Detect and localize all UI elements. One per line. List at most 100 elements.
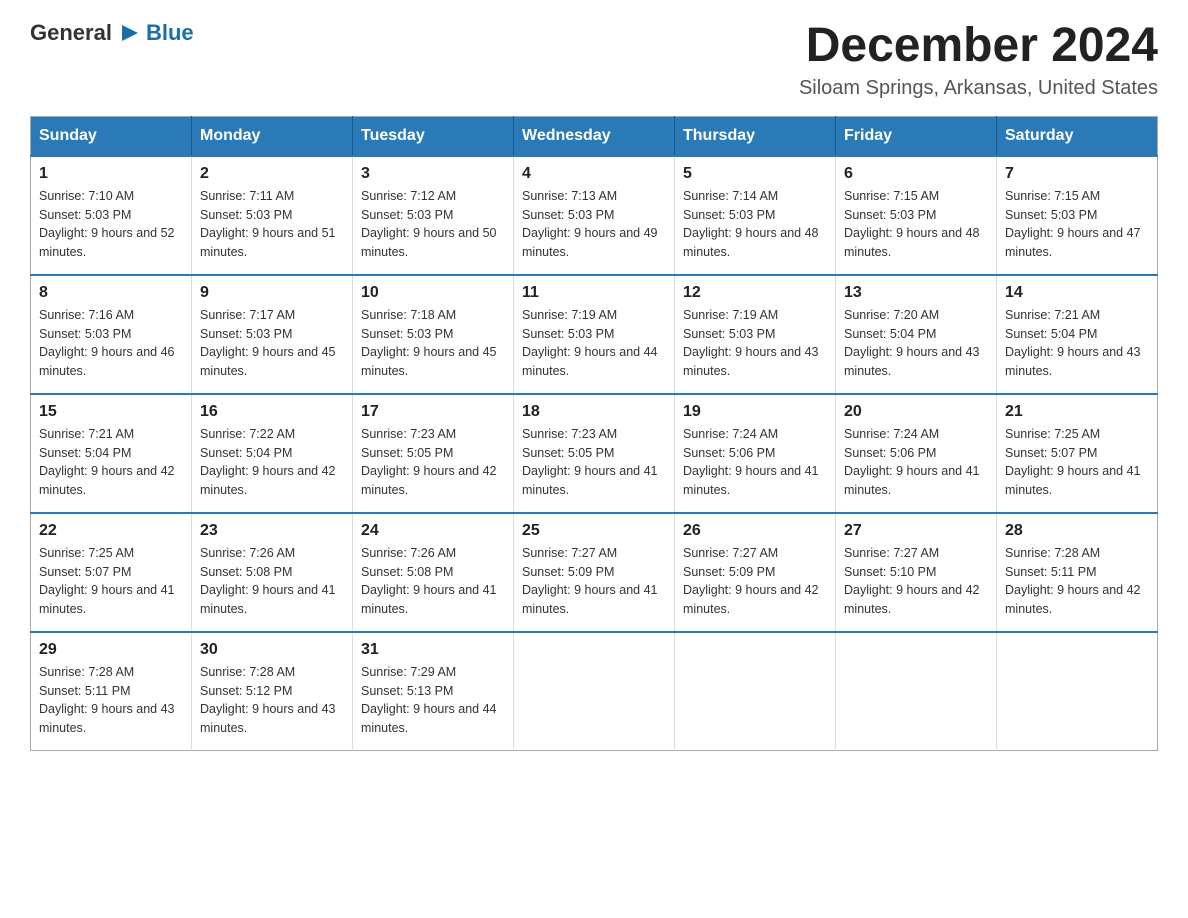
day-number: 31: [361, 641, 505, 659]
day-number: 11: [522, 284, 666, 302]
day-number: 18: [522, 403, 666, 421]
day-info: Sunrise: 7:29 AM Sunset: 5:13 PM Dayligh…: [361, 663, 505, 738]
day-number: 13: [844, 284, 988, 302]
day-info: Sunrise: 7:17 AM Sunset: 5:03 PM Dayligh…: [200, 306, 344, 381]
calendar-cell: 24 Sunrise: 7:26 AM Sunset: 5:08 PM Dayl…: [353, 513, 514, 632]
day-info: Sunrise: 7:23 AM Sunset: 5:05 PM Dayligh…: [522, 425, 666, 500]
calendar-cell: 7 Sunrise: 7:15 AM Sunset: 5:03 PM Dayli…: [997, 156, 1158, 275]
calendar-cell: 25 Sunrise: 7:27 AM Sunset: 5:09 PM Dayl…: [514, 513, 675, 632]
day-info: Sunrise: 7:28 AM Sunset: 5:11 PM Dayligh…: [1005, 544, 1149, 619]
calendar-cell: 9 Sunrise: 7:17 AM Sunset: 5:03 PM Dayli…: [192, 275, 353, 394]
logo-arrow-icon: [118, 21, 142, 45]
calendar-cell: [514, 632, 675, 751]
calendar-cell: 26 Sunrise: 7:27 AM Sunset: 5:09 PM Dayl…: [675, 513, 836, 632]
day-info: Sunrise: 7:26 AM Sunset: 5:08 PM Dayligh…: [200, 544, 344, 619]
calendar-cell: 3 Sunrise: 7:12 AM Sunset: 5:03 PM Dayli…: [353, 156, 514, 275]
logo-blue-text: Blue: [146, 20, 194, 46]
calendar-header-monday: Monday: [192, 116, 353, 156]
calendar-header-row: SundayMondayTuesdayWednesdayThursdayFrid…: [31, 116, 1158, 156]
day-number: 19: [683, 403, 827, 421]
calendar-cell: 19 Sunrise: 7:24 AM Sunset: 5:06 PM Dayl…: [675, 394, 836, 513]
day-info: Sunrise: 7:14 AM Sunset: 5:03 PM Dayligh…: [683, 187, 827, 262]
calendar-cell: 13 Sunrise: 7:20 AM Sunset: 5:04 PM Dayl…: [836, 275, 997, 394]
calendar-cell: 31 Sunrise: 7:29 AM Sunset: 5:13 PM Dayl…: [353, 632, 514, 751]
calendar-week-row: 8 Sunrise: 7:16 AM Sunset: 5:03 PM Dayli…: [31, 275, 1158, 394]
calendar-cell: 8 Sunrise: 7:16 AM Sunset: 5:03 PM Dayli…: [31, 275, 192, 394]
logo: General Blue: [30, 20, 194, 46]
day-number: 21: [1005, 403, 1149, 421]
month-year-title: December 2024: [799, 20, 1158, 73]
day-number: 4: [522, 165, 666, 183]
calendar-week-row: 1 Sunrise: 7:10 AM Sunset: 5:03 PM Dayli…: [31, 156, 1158, 275]
day-info: Sunrise: 7:20 AM Sunset: 5:04 PM Dayligh…: [844, 306, 988, 381]
calendar-cell: 2 Sunrise: 7:11 AM Sunset: 5:03 PM Dayli…: [192, 156, 353, 275]
location-subtitle: Siloam Springs, Arkansas, United States: [799, 77, 1158, 100]
day-info: Sunrise: 7:15 AM Sunset: 5:03 PM Dayligh…: [844, 187, 988, 262]
day-number: 22: [39, 522, 183, 540]
day-number: 2: [200, 165, 344, 183]
calendar-cell: 18 Sunrise: 7:23 AM Sunset: 5:05 PM Dayl…: [514, 394, 675, 513]
day-info: Sunrise: 7:18 AM Sunset: 5:03 PM Dayligh…: [361, 306, 505, 381]
calendar-header-saturday: Saturday: [997, 116, 1158, 156]
day-info: Sunrise: 7:22 AM Sunset: 5:04 PM Dayligh…: [200, 425, 344, 500]
day-info: Sunrise: 7:13 AM Sunset: 5:03 PM Dayligh…: [522, 187, 666, 262]
calendar-cell: 5 Sunrise: 7:14 AM Sunset: 5:03 PM Dayli…: [675, 156, 836, 275]
calendar-cell: 27 Sunrise: 7:27 AM Sunset: 5:10 PM Dayl…: [836, 513, 997, 632]
day-info: Sunrise: 7:25 AM Sunset: 5:07 PM Dayligh…: [1005, 425, 1149, 500]
day-number: 30: [200, 641, 344, 659]
day-info: Sunrise: 7:21 AM Sunset: 5:04 PM Dayligh…: [1005, 306, 1149, 381]
calendar-table: SundayMondayTuesdayWednesdayThursdayFrid…: [30, 116, 1158, 751]
calendar-week-row: 15 Sunrise: 7:21 AM Sunset: 5:04 PM Dayl…: [31, 394, 1158, 513]
calendar-cell: 6 Sunrise: 7:15 AM Sunset: 5:03 PM Dayli…: [836, 156, 997, 275]
day-info: Sunrise: 7:21 AM Sunset: 5:04 PM Dayligh…: [39, 425, 183, 500]
day-info: Sunrise: 7:27 AM Sunset: 5:10 PM Dayligh…: [844, 544, 988, 619]
calendar-cell: 11 Sunrise: 7:19 AM Sunset: 5:03 PM Dayl…: [514, 275, 675, 394]
calendar-cell: 15 Sunrise: 7:21 AM Sunset: 5:04 PM Dayl…: [31, 394, 192, 513]
calendar-cell: 1 Sunrise: 7:10 AM Sunset: 5:03 PM Dayli…: [31, 156, 192, 275]
day-info: Sunrise: 7:28 AM Sunset: 5:12 PM Dayligh…: [200, 663, 344, 738]
day-number: 25: [522, 522, 666, 540]
day-number: 6: [844, 165, 988, 183]
day-number: 10: [361, 284, 505, 302]
day-number: 27: [844, 522, 988, 540]
calendar-cell: 4 Sunrise: 7:13 AM Sunset: 5:03 PM Dayli…: [514, 156, 675, 275]
calendar-cell: 20 Sunrise: 7:24 AM Sunset: 5:06 PM Dayl…: [836, 394, 997, 513]
day-info: Sunrise: 7:24 AM Sunset: 5:06 PM Dayligh…: [844, 425, 988, 500]
calendar-cell: 28 Sunrise: 7:28 AM Sunset: 5:11 PM Dayl…: [997, 513, 1158, 632]
calendar-cell: 17 Sunrise: 7:23 AM Sunset: 5:05 PM Dayl…: [353, 394, 514, 513]
day-number: 15: [39, 403, 183, 421]
logo-general-text: General: [30, 20, 112, 46]
day-info: Sunrise: 7:23 AM Sunset: 5:05 PM Dayligh…: [361, 425, 505, 500]
day-number: 28: [1005, 522, 1149, 540]
day-info: Sunrise: 7:15 AM Sunset: 5:03 PM Dayligh…: [1005, 187, 1149, 262]
page-header: General Blue December 2024 Siloam Spring…: [30, 20, 1158, 100]
day-info: Sunrise: 7:24 AM Sunset: 5:06 PM Dayligh…: [683, 425, 827, 500]
day-info: Sunrise: 7:12 AM Sunset: 5:03 PM Dayligh…: [361, 187, 505, 262]
calendar-cell: 14 Sunrise: 7:21 AM Sunset: 5:04 PM Dayl…: [997, 275, 1158, 394]
calendar-header-thursday: Thursday: [675, 116, 836, 156]
calendar-cell: [675, 632, 836, 751]
day-number: 5: [683, 165, 827, 183]
day-number: 17: [361, 403, 505, 421]
day-number: 9: [200, 284, 344, 302]
calendar-cell: 12 Sunrise: 7:19 AM Sunset: 5:03 PM Dayl…: [675, 275, 836, 394]
day-number: 14: [1005, 284, 1149, 302]
day-info: Sunrise: 7:19 AM Sunset: 5:03 PM Dayligh…: [683, 306, 827, 381]
title-block: December 2024 Siloam Springs, Arkansas, …: [799, 20, 1158, 100]
day-number: 12: [683, 284, 827, 302]
day-number: 24: [361, 522, 505, 540]
day-number: 26: [683, 522, 827, 540]
day-info: Sunrise: 7:16 AM Sunset: 5:03 PM Dayligh…: [39, 306, 183, 381]
day-number: 8: [39, 284, 183, 302]
day-info: Sunrise: 7:28 AM Sunset: 5:11 PM Dayligh…: [39, 663, 183, 738]
day-info: Sunrise: 7:10 AM Sunset: 5:03 PM Dayligh…: [39, 187, 183, 262]
day-info: Sunrise: 7:27 AM Sunset: 5:09 PM Dayligh…: [683, 544, 827, 619]
calendar-week-row: 22 Sunrise: 7:25 AM Sunset: 5:07 PM Dayl…: [31, 513, 1158, 632]
calendar-week-row: 29 Sunrise: 7:28 AM Sunset: 5:11 PM Dayl…: [31, 632, 1158, 751]
calendar-cell: 22 Sunrise: 7:25 AM Sunset: 5:07 PM Dayl…: [31, 513, 192, 632]
calendar-header-sunday: Sunday: [31, 116, 192, 156]
day-info: Sunrise: 7:11 AM Sunset: 5:03 PM Dayligh…: [200, 187, 344, 262]
day-number: 1: [39, 165, 183, 183]
calendar-header-tuesday: Tuesday: [353, 116, 514, 156]
calendar-cell: 21 Sunrise: 7:25 AM Sunset: 5:07 PM Dayl…: [997, 394, 1158, 513]
